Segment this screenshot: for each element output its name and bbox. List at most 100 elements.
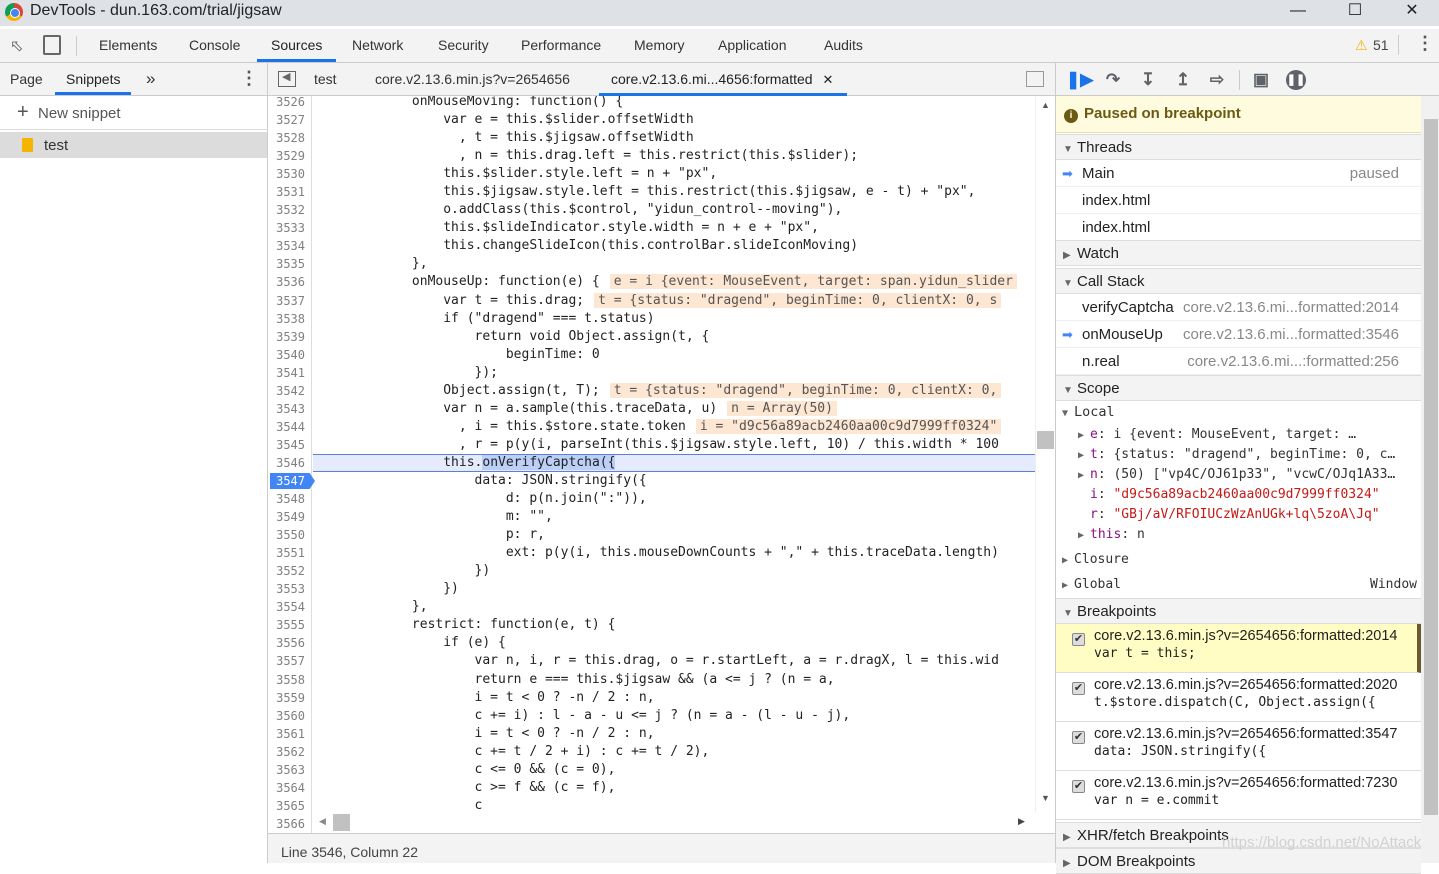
code-line[interactable]: onMouseMoving: function() { <box>313 96 1035 111</box>
code-line[interactable]: p: r, <box>313 526 1035 544</box>
scope-variable[interactable]: ▶ n: (50) ["vp4C/OJ61p33", "vcwC/OJq1A33… <box>1078 465 1418 485</box>
call-frame[interactable]: ➡ onMouseUp core.v2.13.6.mi...formatted:35… <box>1056 321 1421 348</box>
line-number[interactable]: 3529 <box>268 147 311 165</box>
toggle-debugger-icon[interactable] <box>1026 71 1044 87</box>
section-scope[interactable]: ▼ Scope <box>1056 375 1421 401</box>
line-number[interactable]: 3533 <box>268 219 311 237</box>
line-number[interactable]: 3544 <box>268 418 311 436</box>
new-snippet-button[interactable]: + New snippet <box>0 97 267 130</box>
line-number[interactable]: 3530 <box>268 165 311 183</box>
code-line[interactable]: var e = this.$slider.offsetWidth <box>313 111 1035 129</box>
code-line[interactable]: c <= 0 && (c = 0), <box>313 761 1035 779</box>
navigator-menu-icon[interactable]: ⋮ <box>240 68 258 89</box>
scroll-down-icon[interactable]: ▼ <box>1041 793 1050 803</box>
warning-count[interactable]: 51 <box>1373 37 1389 53</box>
thread-item[interactable]: index.html <box>1056 214 1421 241</box>
scroll-up-icon[interactable]: ▲ <box>1041 100 1050 110</box>
tab-memory[interactable]: Memory <box>634 29 685 62</box>
breakpoint-item[interactable]: ✔ core.v2.13.6.min.js?v=2654656:formatted… <box>1056 722 1421 771</box>
thread-item[interactable]: index.html <box>1056 187 1421 214</box>
scope-variable[interactable]: r: "GBj/aV/RFOIUCzWzAnUGk+lq\5zoA\Jq" <box>1078 505 1418 525</box>
line-number[interactable]: 3559 <box>268 689 311 707</box>
line-number[interactable]: 3540 <box>268 346 311 364</box>
code-line[interactable]: , t = this.$jigsaw.offsetWidth <box>313 129 1035 147</box>
breakpoint-checkbox[interactable]: ✔ <box>1072 731 1085 744</box>
current-execution-line[interactable]: this.onVerifyCaptcha({ <box>313 453 1035 472</box>
code-line[interactable]: this.$jigsaw.style.left = this.restrict(… <box>313 183 1035 201</box>
line-number[interactable]: 3563 <box>268 761 311 779</box>
line-number[interactable]: 3556 <box>268 634 311 652</box>
code-line[interactable]: var t = this.drag; t = {status: "dragend"… <box>313 292 1035 310</box>
code-line[interactable]: , r = p(y(i, parseInt(this.$jigsaw.style… <box>313 436 1035 454</box>
code-line[interactable]: }, <box>313 255 1035 273</box>
code-line[interactable]: this.$slider.style.left = n + "px", <box>313 165 1035 183</box>
line-number[interactable]: 3562 <box>268 743 311 761</box>
horizontal-scrollbar[interactable]: ◀ ▶ <box>313 812 1035 833</box>
code-line[interactable]: if ("dragend" === t.status) <box>313 310 1035 328</box>
tab-snippets[interactable]: Snippets <box>55 63 132 95</box>
section-call-stack[interactable]: ▼ Call Stack <box>1056 268 1421 294</box>
code-line[interactable]: var n = a.sample(this.traceData, u) n = A… <box>313 400 1035 418</box>
scope-local[interactable]: ▼ Local <box>1062 404 1115 420</box>
code-line[interactable]: m: "", <box>313 508 1035 526</box>
line-number[interactable]: 3545 <box>268 436 311 454</box>
code-line[interactable]: var n, i, r = this.drag, o = r.startLeft… <box>313 652 1035 670</box>
minimize-button[interactable]: — <box>1275 0 1321 24</box>
section-watch[interactable]: ▶ Watch <box>1056 240 1421 266</box>
code-line[interactable]: this.changeSlideIcon(this.controlBar.sli… <box>313 237 1035 255</box>
line-number[interactable]: 3565 <box>268 797 311 815</box>
line-number[interactable]: 3527 <box>268 111 311 129</box>
breakpoint-marker[interactable]: 3547 <box>268 472 311 490</box>
line-number[interactable]: 3537 <box>268 292 311 310</box>
tab-network[interactable]: Network <box>352 29 403 62</box>
line-number[interactable]: 3548 <box>268 490 311 508</box>
tab-audits[interactable]: Audits <box>824 29 863 62</box>
breakpoint-checkbox[interactable]: ✔ <box>1072 682 1085 695</box>
sidebar-scrollbar-thumb[interactable] <box>1424 119 1438 815</box>
step-out-icon[interactable]: ↥ <box>1172 69 1194 91</box>
editor-tab-test[interactable]: test <box>314 63 337 96</box>
line-number[interactable]: 3561 <box>268 725 311 743</box>
code-line[interactable]: }) <box>313 580 1035 598</box>
code-line[interactable]: this.$slideIndicator.style.width = n + e… <box>313 219 1035 237</box>
section-dom-breakpoints[interactable]: ▶ DOM Breakpoints <box>1056 848 1421 874</box>
thread-item[interactable]: ➡ Main paused <box>1056 160 1421 187</box>
code-line[interactable]: }); <box>313 364 1035 382</box>
scope-variable[interactable]: ▶ e: i {event: MouseEvent, target: … <box>1078 425 1418 445</box>
line-number[interactable]: 3560 <box>268 707 311 725</box>
device-toolbar-icon[interactable] <box>43 35 61 55</box>
warning-icon[interactable]: ⚠ <box>1355 37 1368 54</box>
breakpoint-item[interactable]: ✔ core.v2.13.6.min.js?v=2654656:formatted… <box>1056 673 1421 722</box>
scrollbar-thumb[interactable] <box>1037 431 1054 449</box>
scope-variable[interactable]: ▶ t: {status: "dragend", beginTime: 0, c… <box>1078 445 1418 465</box>
line-number[interactable]: 3552 <box>268 562 311 580</box>
scope-variable[interactable]: i: "d9c56a89acb2460aa00c9d7999ff0324" <box>1078 485 1418 505</box>
line-number[interactable]: 3542 <box>268 382 311 400</box>
code-line[interactable]: if (e) { <box>313 634 1035 652</box>
line-number[interactable]: 3539 <box>268 328 311 346</box>
line-number[interactable]: 3546 <box>268 454 311 472</box>
call-frame[interactable]: n.real core.v2.13.6.mi...:formatted:256 <box>1056 348 1421 375</box>
pause-on-exceptions-icon[interactable]: ❚❚ <box>1286 70 1306 90</box>
tab-sources[interactable]: Sources <box>257 29 337 62</box>
line-number[interactable]: 3528 <box>268 129 311 147</box>
step-over-icon[interactable]: ↷ <box>1102 69 1124 91</box>
toggle-navigator-icon[interactable]: ◀ <box>278 71 296 87</box>
line-gutter[interactable]: 3526 3527 3528 3529 3530 3531 3532 3533 3534 3535… <box>268 96 312 833</box>
editor-tab-core-formatted[interactable]: core.v2.13.6.mi...4656:formatted ✕ <box>599 63 847 96</box>
code-line[interactable]: i = t < 0 ? -n / 2 : n, <box>313 725 1035 743</box>
breakpoint-checkbox[interactable]: ✔ <box>1072 633 1085 646</box>
tab-application[interactable]: Application <box>718 29 787 62</box>
step-into-icon[interactable]: ↧ <box>1137 69 1159 91</box>
line-number[interactable]: 3535 <box>268 255 311 273</box>
scroll-left-icon[interactable]: ◀ <box>319 816 326 827</box>
code-line[interactable]: ext: p(y(i, this.mouseDownCounts + "," +… <box>313 544 1035 562</box>
snippet-item-test[interactable]: test <box>0 132 267 158</box>
breakpoint-item[interactable]: ✔ core.v2.13.6.min.js?v=2654656:formatted… <box>1056 771 1421 820</box>
line-number[interactable]: 3536 <box>268 273 311 291</box>
code-line[interactable]: beginTime: 0 <box>313 346 1035 364</box>
deactivate-breakpoints-icon[interactable]: ▣ <box>1250 69 1272 91</box>
line-number[interactable]: 3566 <box>268 815 311 833</box>
maximize-button[interactable]: ☐ <box>1332 0 1378 24</box>
breakpoint-item[interactable]: ✔ core.v2.13.6.min.js?v=2654656:formatted… <box>1056 624 1421 673</box>
